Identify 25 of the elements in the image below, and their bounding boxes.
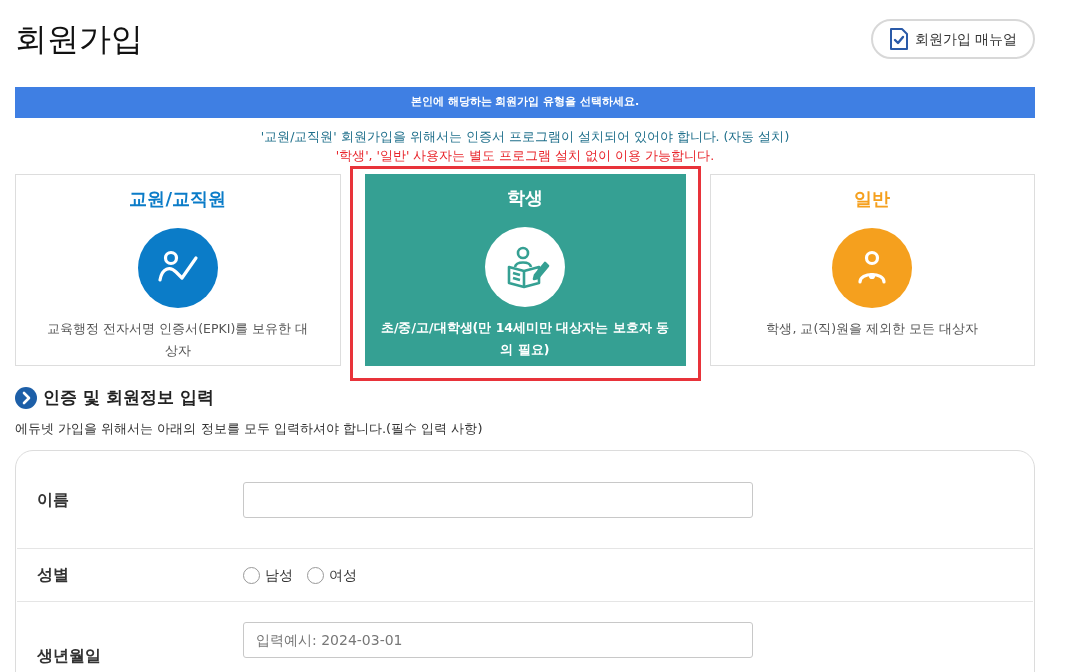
card-description: 교육행정 전자서명 인증서(EPKI)를 보유한 대상자: [46, 320, 310, 360]
member-type-card[interactable]: 일반 학생, 교(직)원을 제외한 모든 대상자: [709, 174, 1035, 366]
field-label: 이름: [37, 489, 70, 511]
document-check-icon: [888, 28, 909, 50]
member-type-card[interactable]: 교원/교직원 교육행정 전자서명 인증서(EPKI)를 보유한 대상자: [15, 174, 341, 366]
card-description: 학생, 교(직)원을 제외한 모든 대상자: [765, 320, 980, 338]
text-field[interactable]: [243, 482, 753, 518]
gender-radio[interactable]: 여성: [307, 564, 357, 586]
section-title: 인증 및 회원정보 입력: [43, 386, 214, 409]
person-icon: [485, 227, 565, 307]
notice-text: '교원/교직원' 회원가입을 위해서는 인증서 프로그램이 설치되어 있어야 합니다. (자동 설치): [260, 128, 790, 146]
section-description: 에듀넷 가입을 위해서는 아래의 정보를 모두 입력하셔야 합니다.(필수 입력 사항): [15, 419, 484, 438]
chevron-circle-icon: [15, 386, 37, 409]
text-field[interactable]: 입력예시: 2024-03-01: [243, 622, 753, 658]
field-label: 성별: [37, 564, 70, 586]
field-label: 생년월일: [37, 645, 102, 667]
card-description: 초/중/고/대학생(만 14세미만 대상자는 보호자 동의 필요): [379, 319, 671, 359]
card-title: 학생: [507, 186, 543, 210]
card-title: 일반: [854, 187, 891, 211]
manual-button[interactable]: 회원가입 매뉴얼: [870, 19, 1035, 59]
card-title: 교원/교직원: [129, 187, 227, 211]
page-title: 회원가입: [15, 19, 143, 60]
instruction-banner: 본인에 해당하는 회원가입 유형을 선택하세요.: [15, 87, 1035, 118]
notice-text: '학생', '일반' 사용자는 별도 프로그램 설치 없이 이용 가능합니다.: [335, 147, 715, 165]
gender-radio[interactable]: 남성: [243, 564, 293, 586]
